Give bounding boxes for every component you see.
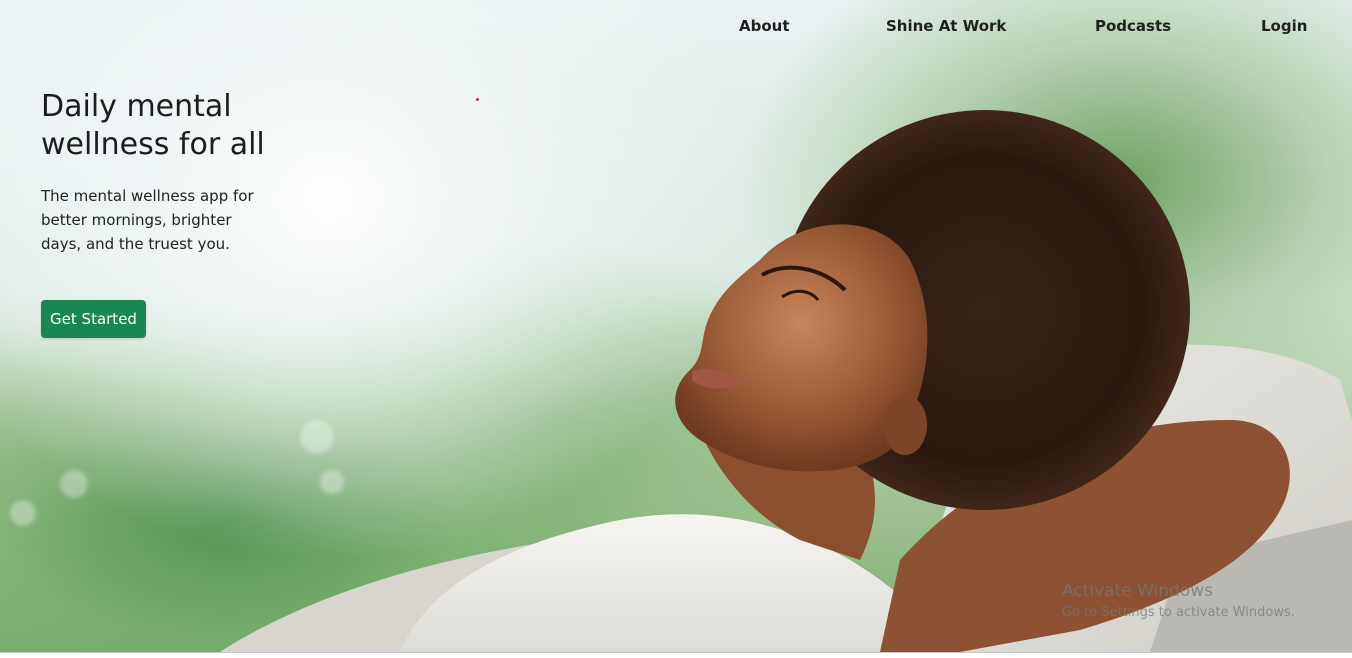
- cursor-dot: [476, 98, 479, 101]
- ear-shape: [883, 395, 927, 455]
- nav-link-login[interactable]: Login: [1261, 17, 1307, 35]
- hero-title: Daily mental wellness for all: [41, 89, 265, 162]
- get-started-button[interactable]: Get Started: [41, 300, 146, 338]
- watermark-title: Activate Windows: [1062, 581, 1213, 601]
- nav-link-podcasts[interactable]: Podcasts: [1095, 17, 1171, 35]
- windows-activation-watermark: Activate Windows Go to Settings to activ…: [1062, 581, 1295, 622]
- hero-content: Daily mental wellness for all The mental…: [41, 88, 301, 256]
- hero-subtitle: The mental wellness app for better morni…: [41, 187, 254, 253]
- nav-link-about[interactable]: About: [739, 17, 790, 35]
- top-navigation: About Shine At Work Podcasts Login: [0, 0, 1352, 56]
- watermark-subtitle: Go to Settings to activate Windows.: [1062, 605, 1295, 620]
- nav-link-shine-at-work[interactable]: Shine At Work: [886, 17, 1006, 35]
- page-bottom-edge: [0, 652, 1352, 658]
